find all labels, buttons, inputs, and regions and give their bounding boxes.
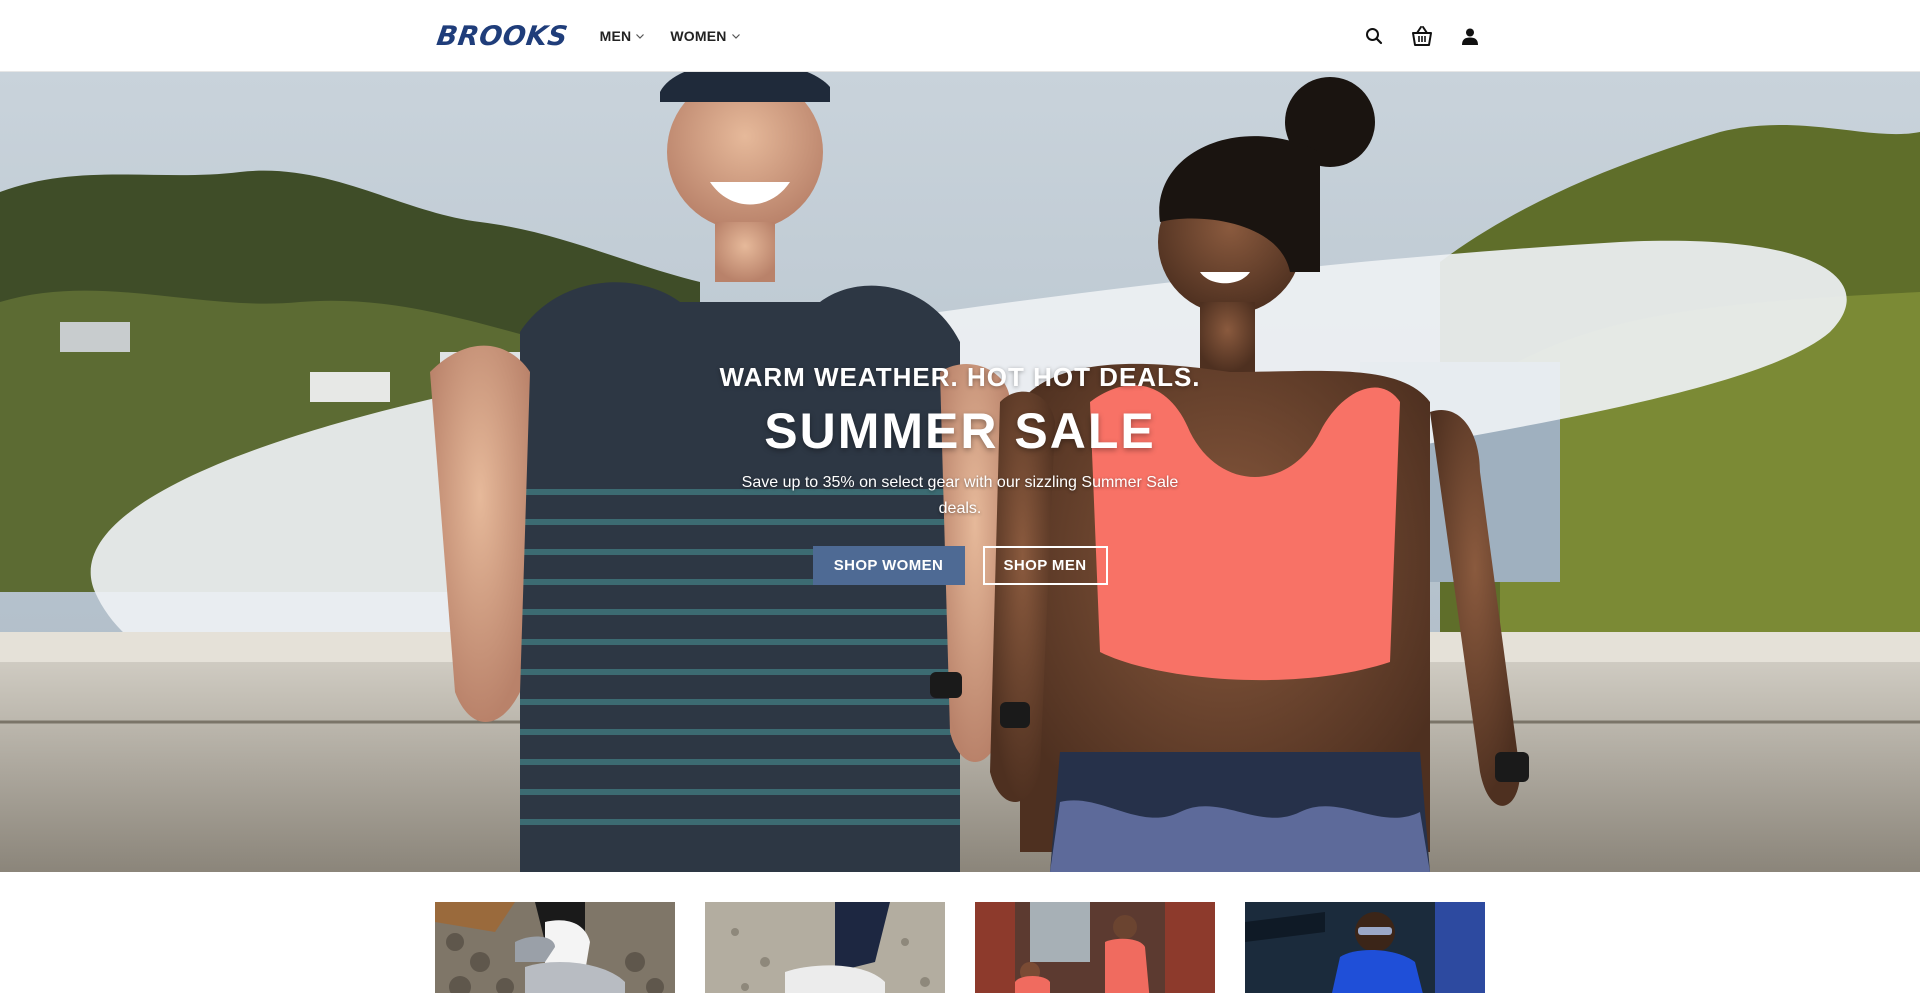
hero-description: Save up to 35% on select gear with our s… <box>741 474 1179 517</box>
category-tile-3[interactable] <box>975 902 1215 993</box>
basket-icon[interactable] <box>1409 23 1435 49</box>
hero-title: SUMMER SALE <box>764 403 1156 459</box>
category-tile-2[interactable] <box>705 902 945 993</box>
hero-content: WARM WEATHER. HOT HOT DEALS. SUMMER SALE… <box>0 72 1920 872</box>
header-inner: BROOKS MEN WOMEN <box>435 0 1485 72</box>
hero-banner: WARM WEATHER. HOT HOT DEALS. SUMMER SALE… <box>0 72 1920 872</box>
nav-item-women-label: WOMEN <box>670 28 727 44</box>
main-nav: MEN WOMEN <box>600 28 742 44</box>
tile-2-image <box>705 902 945 993</box>
hero-buttons: SHOP WOMEN SHOP MEN <box>0 546 1920 585</box>
tile-1-image <box>435 902 675 993</box>
nav-item-men[interactable]: MEN <box>600 28 647 44</box>
nav-item-women[interactable]: WOMEN <box>670 28 741 44</box>
category-tiles <box>435 902 1485 993</box>
tile-3-image <box>975 902 1215 993</box>
brooks-logo[interactable]: BROOKS <box>435 21 570 52</box>
user-icon[interactable] <box>1457 23 1483 49</box>
category-tile-1[interactable] <box>435 902 675 993</box>
search-icon[interactable] <box>1361 23 1387 49</box>
nav-item-men-label: MEN <box>599 28 632 44</box>
shop-women-button[interactable]: SHOP WOMEN <box>812 546 965 585</box>
chevron-down-icon <box>634 30 646 42</box>
hero-kicker: WARM WEATHER. HOT HOT DEALS. <box>719 362 1201 392</box>
category-tile-4[interactable] <box>1245 902 1485 993</box>
chevron-down-icon <box>730 30 742 42</box>
shop-men-button[interactable]: SHOP MEN <box>982 546 1108 585</box>
tile-4-image <box>1245 902 1485 993</box>
header-icons <box>1361 23 1483 49</box>
site-header: BROOKS MEN WOMEN <box>0 0 1920 72</box>
